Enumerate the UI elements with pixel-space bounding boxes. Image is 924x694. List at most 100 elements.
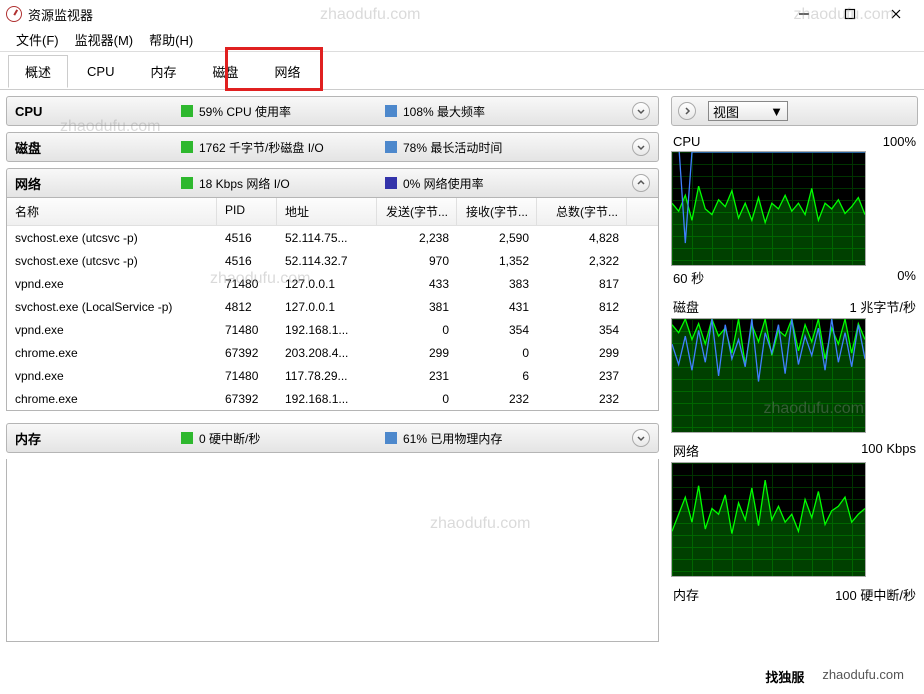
network-collapse-btn[interactable] [632, 174, 650, 192]
network-usage-icon [385, 177, 397, 189]
memory-chart-title: 内存 [673, 585, 699, 601]
right-pane: 视图 ▼ CPU100% 60 秒0% 磁盘1 兆字节/秒 网络100 Kbps… [665, 90, 924, 648]
dropdown-arrow-icon: ▼ [770, 104, 783, 119]
cell-pid: 67392 [217, 390, 277, 408]
col-total[interactable]: 总数(字节... [537, 198, 627, 225]
tab-overview[interactable]: 概述 [8, 55, 68, 88]
cell-send: 433 [377, 275, 457, 293]
tab-disk[interactable]: 磁盘 [195, 55, 255, 88]
view-dropdown[interactable]: 视图 ▼ [708, 101, 788, 121]
tab-cpu[interactable]: CPU [70, 57, 131, 86]
network-section-header[interactable]: 网络 18 Kbps 网络 I/O 0% 网络使用率 [6, 168, 659, 198]
cell-name: svchost.exe (utcsvc -p) [7, 252, 217, 270]
cell-total: 299 [537, 344, 627, 362]
cell-addr: 52.114.75... [277, 229, 377, 247]
table-row[interactable]: chrome.exe67392203.208.4...2990299 [7, 341, 658, 364]
disk-io-text: 1762 千字节/秒磁盘 I/O [199, 139, 379, 156]
right-collapse-btn[interactable] [678, 102, 696, 120]
memory-used-icon [385, 432, 397, 444]
memory-chart-max: 100 硬中断/秒 [835, 585, 916, 601]
col-name[interactable]: 名称 [7, 198, 217, 225]
table-row[interactable]: vpnd.exe71480117.78.29...2316237 [7, 364, 658, 387]
table-row[interactable]: vpnd.exe71480127.0.0.1433383817 [7, 272, 658, 295]
cell-total: 812 [537, 298, 627, 316]
minimize-button[interactable] [790, 4, 818, 24]
cell-recv: 232 [457, 390, 537, 408]
memory-fault-text: 0 硬中断/秒 [199, 430, 379, 447]
network-chart-title: 网络 [673, 441, 699, 460]
disk-chart-title: 磁盘 [673, 297, 699, 316]
cell-recv: 1,352 [457, 252, 537, 270]
cell-recv: 6 [457, 367, 537, 385]
cell-total: 237 [537, 367, 627, 385]
memory-collapse-btn[interactable] [632, 429, 650, 447]
cell-recv: 0 [457, 344, 537, 362]
menu-help[interactable]: 帮助(H) [143, 28, 199, 51]
cell-name: chrome.exe [7, 390, 217, 408]
cell-name: vpnd.exe [7, 367, 217, 385]
disk-active-icon [385, 141, 397, 153]
maximize-button[interactable] [836, 4, 864, 24]
menu-file[interactable]: 文件(F) [10, 28, 65, 51]
col-send[interactable]: 发送(字节... [377, 198, 457, 225]
cpu-chart [671, 151, 866, 266]
col-recv[interactable]: 接收(字节... [457, 198, 537, 225]
cell-addr: 127.0.0.1 [277, 298, 377, 316]
cell-name: chrome.exe [7, 344, 217, 362]
app-icon [6, 6, 22, 22]
cell-pid: 4516 [217, 252, 277, 270]
cell-name: vpnd.exe [7, 275, 217, 293]
cell-name: svchost.exe (utcsvc -p) [7, 229, 217, 247]
cpu-chart-block: CPU100% 60 秒0% [671, 132, 918, 289]
disk-section-title: 磁盘 [15, 138, 175, 157]
cell-recv: 431 [457, 298, 537, 316]
col-addr[interactable]: 地址 [277, 198, 377, 225]
network-table: 名称 PID 地址 发送(字节... 接收(字节... 总数(字节... svc… [6, 198, 659, 411]
cell-total: 232 [537, 390, 627, 408]
network-chart-max: 100 Kbps [861, 441, 916, 460]
titlebar: 资源监视器 [0, 0, 924, 28]
cell-send: 299 [377, 344, 457, 362]
view-dropdown-label: 视图 [713, 102, 739, 121]
window-title: 资源监视器 [28, 5, 790, 24]
cell-addr: 203.208.4... [277, 344, 377, 362]
cell-addr: 192.168.1... [277, 321, 377, 339]
disk-io-icon [181, 141, 193, 153]
network-chart [671, 462, 866, 577]
table-row[interactable]: svchost.exe (utcsvc -p)451652.114.75...2… [7, 226, 658, 249]
close-button[interactable] [882, 4, 910, 24]
memory-section-header[interactable]: 内存 0 硬中断/秒 61% 已用物理内存 [6, 423, 659, 453]
disk-chart-block: 磁盘1 兆字节/秒 [671, 295, 918, 433]
memory-fault-icon [181, 432, 193, 444]
network-usage-text: 0% 网络使用率 [403, 175, 484, 192]
cell-send: 381 [377, 298, 457, 316]
cpu-freq-text: 108% 最大频率 [403, 103, 485, 120]
table-row[interactable]: chrome.exe67392192.168.1...0232232 [7, 387, 658, 410]
tab-memory[interactable]: 内存 [133, 55, 193, 88]
cpu-chart-max: 100% [883, 134, 916, 149]
disk-section-header[interactable]: 磁盘 1762 千字节/秒磁盘 I/O 78% 最长活动时间 [6, 132, 659, 162]
memory-chart-block: 内存 100 硬中断/秒 [671, 583, 918, 601]
menu-monitor[interactable]: 监视器(M) [69, 28, 140, 51]
cpu-collapse-btn[interactable] [632, 102, 650, 120]
disk-collapse-btn[interactable] [632, 138, 650, 156]
cell-addr: 117.78.29... [277, 367, 377, 385]
cell-recv: 2,590 [457, 229, 537, 247]
table-header: 名称 PID 地址 发送(字节... 接收(字节... 总数(字节... [7, 198, 658, 226]
network-io-text: 18 Kbps 网络 I/O [199, 175, 379, 192]
table-row[interactable]: svchost.exe (utcsvc -p)451652.114.32.797… [7, 249, 658, 272]
memory-section-title: 内存 [15, 429, 175, 448]
network-section-title: 网络 [15, 174, 175, 193]
cell-pid: 71480 [217, 367, 277, 385]
cell-send: 2,238 [377, 229, 457, 247]
cpu-chart-title: CPU [673, 134, 700, 149]
table-row[interactable]: svchost.exe (LocalService -p)4812127.0.0… [7, 295, 658, 318]
col-pid[interactable]: PID [217, 198, 277, 225]
cell-recv: 383 [457, 275, 537, 293]
table-row[interactable]: vpnd.exe71480192.168.1...0354354 [7, 318, 658, 341]
table-body: svchost.exe (utcsvc -p)451652.114.75...2… [7, 226, 658, 410]
cpu-chart-xlabel: 60 秒 [673, 268, 704, 287]
cpu-section-header[interactable]: CPU 59% CPU 使用率 108% 最大频率 [6, 96, 659, 126]
footer: 找独服 zhaodufu.com [765, 667, 904, 686]
tab-network[interactable]: 网络 [258, 55, 318, 88]
